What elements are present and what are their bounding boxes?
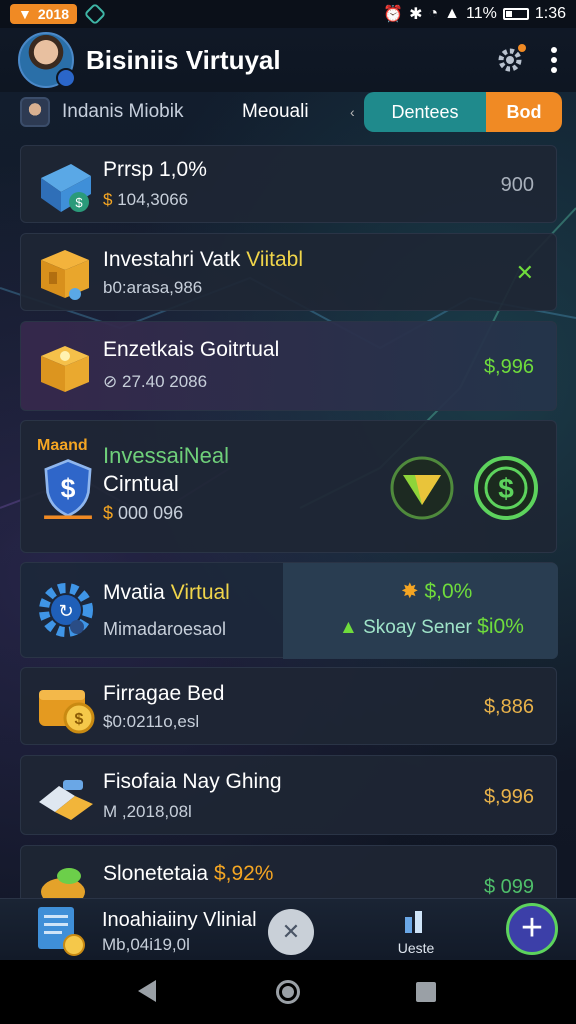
- account-switcher[interactable]: Indanis Miobik: [20, 97, 183, 127]
- lock-icon: ⊘: [103, 372, 118, 391]
- item-title: Investahri Vatk: [103, 248, 241, 271]
- item-subtitle: M ,2018,08l: [103, 802, 192, 821]
- tab-teal-pill[interactable]: Dentees: [364, 92, 486, 132]
- svg-text:$: $: [498, 473, 514, 504]
- svg-text:↻: ↻: [58, 601, 73, 621]
- wifi-icon: ◔: [428, 5, 439, 22]
- home-button[interactable]: [276, 980, 300, 1004]
- wallet-icon: $: [39, 690, 95, 734]
- svg-text:$: $: [61, 474, 76, 504]
- back-button[interactable]: [138, 980, 156, 1002]
- recents-button[interactable]: [416, 982, 436, 1002]
- account-name: Indanis Miobik: [62, 101, 184, 122]
- battery-icon: [502, 8, 529, 20]
- item-value: 900: [500, 174, 534, 196]
- item-title: Prrsp 1,0%: [103, 158, 207, 181]
- more-menu-button[interactable]: [550, 47, 558, 73]
- dollar-coin-icon: $: [474, 456, 538, 520]
- svg-text:$: $: [75, 195, 83, 210]
- tab-orange-pill[interactable]: Bod: [486, 92, 562, 132]
- server-cube-icon: $: [41, 164, 91, 212]
- app-header: Bisiniis Virtuyal: [0, 28, 576, 92]
- item-value: $,996: [483, 786, 534, 808]
- list-item[interactable]: Enzetkais Goitrtual ⊘ 27.40 2086 $,996: [20, 321, 557, 411]
- tab-bar: Indanis Miobik Meouali ‹ Dentees Bod: [0, 92, 576, 132]
- item-title: Enzetkais Goitrtual: [103, 338, 280, 361]
- item-subtitle: 27.40 2086: [121, 372, 208, 391]
- bottom-action-bar: Inoahiaiiny Vlinial Mb,04i19,0l ✕ Ueste …: [0, 898, 576, 960]
- gear-refresh-icon: ↻: [39, 583, 93, 637]
- item-subtitle: b0:arasa,986: [103, 278, 203, 297]
- report-document-icon[interactable]: [34, 903, 88, 957]
- signal-icon: ▲: [444, 5, 461, 22]
- stats-button[interactable]: Ueste: [396, 909, 436, 956]
- item-value: $,996: [483, 356, 534, 378]
- alarm-icon: ⏰: [383, 6, 404, 23]
- crate-icon: [41, 250, 89, 300]
- check-badge-icon: [390, 456, 454, 520]
- app-title: Bisiniis Virtuyal: [86, 44, 281, 75]
- item-title: Firragae Bed: [103, 682, 225, 705]
- item-title: Fisofaia Nay Ghing: [103, 770, 282, 793]
- item-subtitle: 104,3066: [117, 190, 189, 209]
- svg-text:$: $: [75, 711, 84, 728]
- notification-badge: ▼ 2018: [10, 4, 78, 24]
- stat-label: Skoay Sener: [363, 617, 472, 638]
- plus-icon: +: [520, 907, 544, 949]
- item-subtitle: $0:0211o,esl: [103, 712, 200, 731]
- list-item[interactable]: Slonetetaia $,92% $ 099: [20, 845, 557, 906]
- bar-chart-icon: [405, 911, 422, 933]
- tab-current[interactable]: Meouali: [242, 101, 309, 123]
- verified-badge-icon: [56, 68, 76, 88]
- item-title: Mvatia: [103, 581, 165, 604]
- trend-arrow-icon: ✕: [515, 260, 534, 285]
- arrow-down-icon: ▼: [18, 6, 32, 22]
- stats-label: Ueste: [397, 940, 435, 956]
- item-title: Slonetetaia: [103, 862, 209, 885]
- handshake-icon: [39, 780, 93, 820]
- list-item[interactable]: $ Firragae Bed $0:0211o,esl $,886: [20, 667, 557, 745]
- featured-item[interactable]: Maand $ InvessaiNeal Cirntual $ 000 096 …: [20, 420, 557, 553]
- bottom-item-title: Inoahiaiiny Vlinial: [102, 909, 257, 931]
- battery-percent: 11%: [466, 5, 497, 22]
- item-title: InvessaiNeal: [103, 443, 229, 468]
- item-value: $,886: [483, 696, 534, 718]
- system-nav-bar: [0, 960, 576, 1024]
- notification-dot: [518, 44, 526, 52]
- item-value: $ 099: [483, 876, 534, 898]
- box-icon: [41, 346, 89, 392]
- chevron-left-icon: ‹: [350, 104, 355, 120]
- clock: 1:36: [534, 5, 566, 22]
- add-button[interactable]: +: [506, 903, 558, 955]
- status-bar: ▼ 2018 ⏰ ✱ ◔ ▲ 11% 1:36: [0, 0, 576, 28]
- list-item[interactable]: Investahri Vatk Viitabl b0:arasa,986 ✕: [20, 233, 557, 311]
- avatar[interactable]: [18, 32, 76, 88]
- item-subtitle: 000 096: [118, 503, 184, 523]
- app-notification-icon: [83, 2, 107, 26]
- featured-tag: Maand: [37, 437, 88, 454]
- shield-dollar-icon: $: [44, 459, 92, 519]
- star-icon: ✸: [401, 580, 419, 603]
- settings-button[interactable]: [496, 44, 526, 74]
- list-item[interactable]: Fisofaia Nay Ghing M ,2018,08l $,996: [20, 755, 557, 835]
- list-item[interactable]: ↻ Mvatia Virtual Mimadaroesaol ✸ $,0% ▲ …: [20, 562, 558, 659]
- list-item[interactable]: $ Prrsp 1,0% $ 104,3066 900: [20, 145, 557, 223]
- stat-value: $,0%: [424, 580, 473, 603]
- close-button[interactable]: ✕: [268, 909, 314, 955]
- item-subtitle: Mimadaroesaol: [103, 619, 227, 639]
- bottom-item-subtitle: Mb,04i19,0l: [102, 935, 190, 954]
- item-title-line2: Cirntual: [103, 471, 179, 496]
- close-icon: ✕: [281, 919, 301, 944]
- bluetooth-icon: ✱: [409, 6, 423, 23]
- stat-value-2: $i0%: [477, 615, 524, 638]
- user-avatar-icon: [20, 97, 50, 127]
- thumbs-up-icon: ▲: [339, 617, 358, 638]
- stats-pane: [283, 563, 558, 659]
